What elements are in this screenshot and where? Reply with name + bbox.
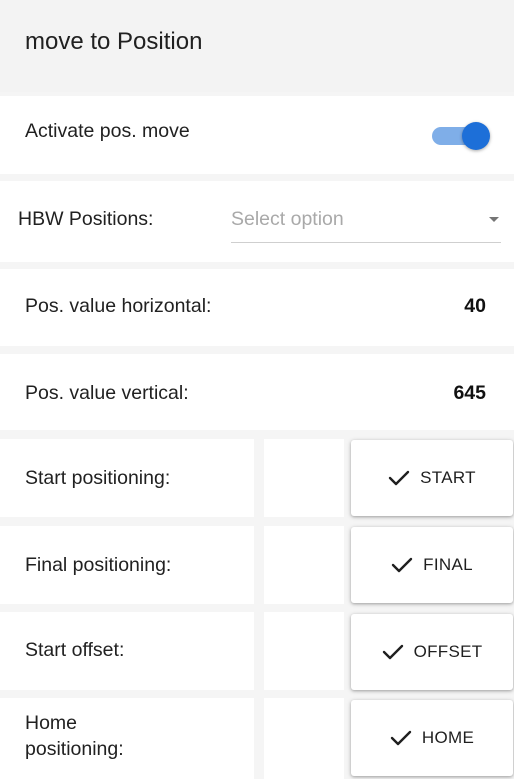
spacer-cell: [264, 698, 344, 779]
positions-label: HBW Positions:: [18, 208, 154, 230]
chevron-down-icon: [489, 217, 499, 222]
offset-button[interactable]: OFFSET: [351, 614, 513, 690]
checkmark-icon: [390, 730, 412, 746]
spacer-cell: [264, 439, 344, 517]
divider: [0, 346, 514, 354]
vertical-row: Pos. value vertical: 645: [0, 354, 514, 430]
offset-label: Start offset:: [25, 639, 125, 661]
start-button-label: START: [420, 468, 476, 487]
activate-label: Activate pos. move: [25, 120, 190, 142]
home-button[interactable]: HOME: [351, 700, 513, 776]
final-button-label: FINAL: [423, 555, 473, 574]
positions-select[interactable]: Select option: [231, 204, 501, 243]
divider: [0, 262, 514, 269]
home-label: Home positioning:: [25, 710, 124, 762]
divider: [0, 430, 514, 439]
home-row: Home positioning:: [0, 698, 254, 779]
final-button[interactable]: FINAL: [351, 527, 513, 603]
final-row: Final positioning:: [0, 526, 254, 604]
start-button[interactable]: START: [351, 440, 513, 516]
toggle-thumb: [462, 122, 490, 150]
start-label: Start positioning:: [25, 467, 171, 489]
offset-row: Start offset:: [0, 612, 254, 690]
home-label-line1: Home: [25, 712, 78, 734]
start-row: Start positioning:: [0, 439, 254, 517]
page-title: move to Position: [25, 28, 203, 55]
vertical-value: 645: [453, 382, 486, 404]
checkmark-icon: [382, 644, 403, 660]
checkmark-icon: [391, 557, 413, 573]
spacer-cell: [264, 526, 344, 604]
horizontal-value: 40: [464, 295, 486, 317]
horizontal-row: Pos. value horizontal: 40: [0, 269, 514, 346]
home-button-label: HOME: [421, 728, 475, 747]
divider: [0, 174, 514, 181]
final-label: Final positioning:: [25, 554, 172, 576]
activate-toggle[interactable]: [432, 121, 490, 150]
positions-select-placeholder: Select option: [231, 208, 344, 230]
checkmark-icon: [388, 470, 410, 486]
offset-button-label: OFFSET: [413, 642, 483, 661]
spacer-cell: [264, 612, 344, 690]
home-label-line2: positioning:: [25, 738, 124, 760]
card-header: move to Position: [0, 0, 514, 92]
horizontal-label: Pos. value horizontal:: [25, 295, 212, 317]
vertical-label: Pos. value vertical:: [25, 382, 189, 404]
